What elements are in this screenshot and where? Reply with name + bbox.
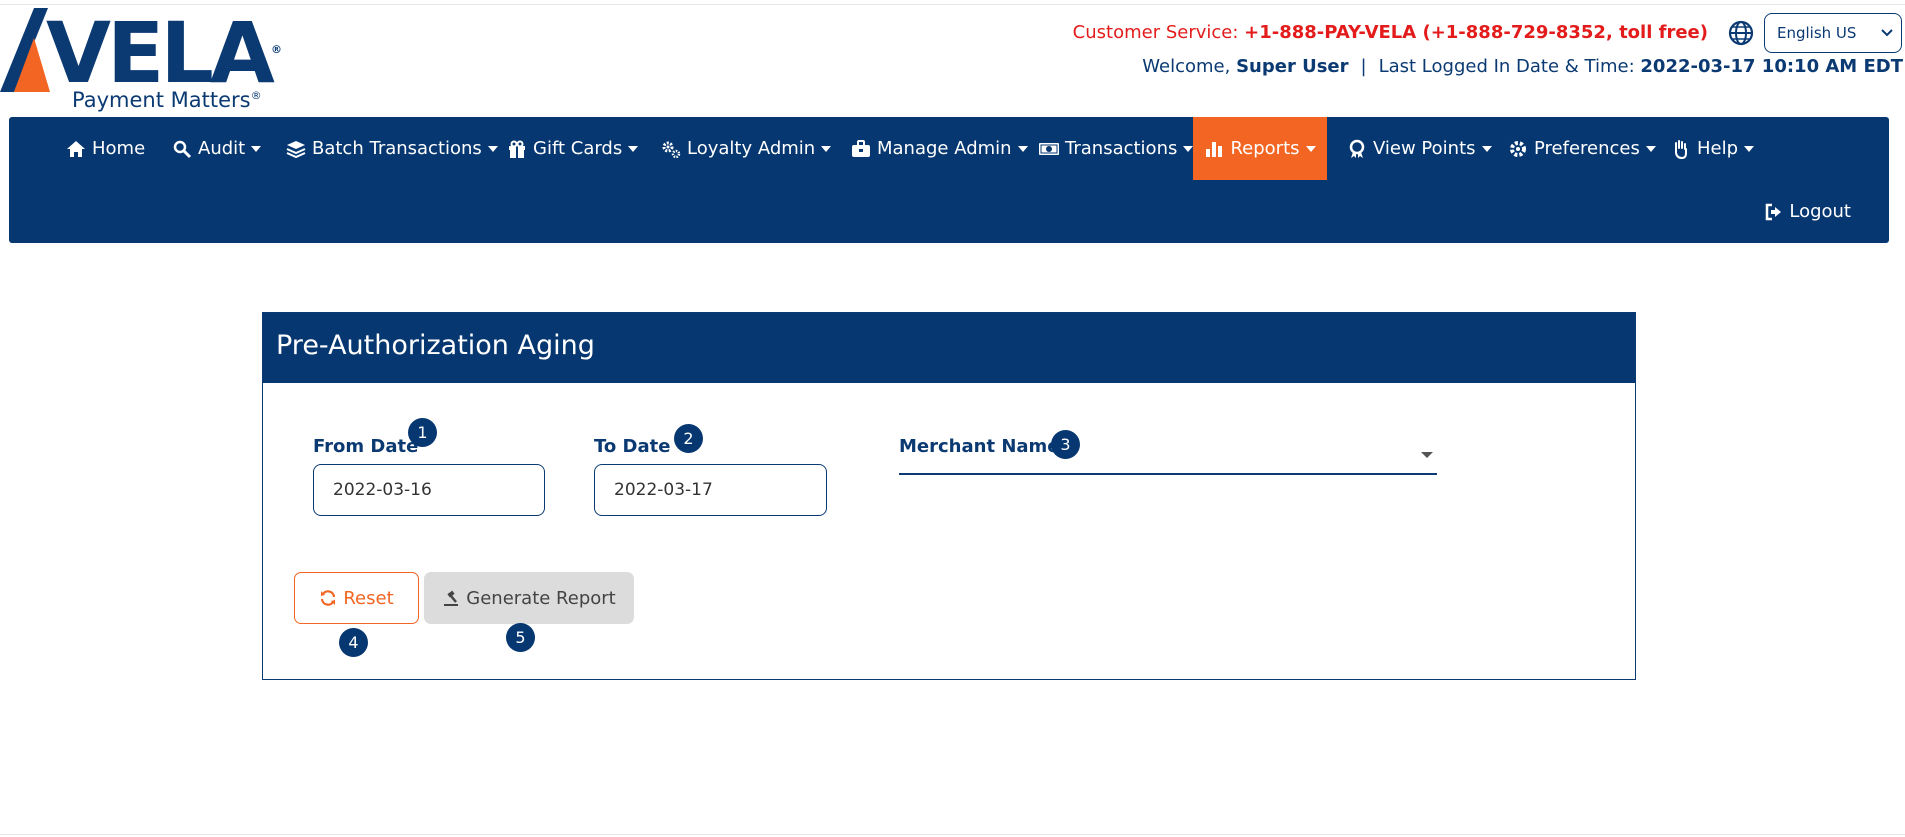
logo-text: VELA® [46,4,282,102]
logout-button[interactable]: Logout [1764,180,1851,243]
nav-item-transactions[interactable]: Transactions [1039,117,1194,180]
cogs-icon [662,141,681,158]
nav-item-home[interactable]: Home [66,117,145,180]
from-date-label: From Date [313,436,419,457]
nav-item-batch-transactions[interactable]: Batch Transactions [286,117,498,180]
logo-tagline: Payment Matters® [72,88,262,112]
nav-item-audit[interactable]: Audit [172,117,262,180]
refresh-icon [321,590,336,606]
chevron-down-icon [1881,29,1893,37]
main-navbar: Home Audit Batch Transactions Gift Cards… [9,117,1889,243]
vela-logo[interactable]: VELA® Payment Matters® [0,8,310,114]
home-icon [67,140,85,157]
bar-chart-icon [1206,141,1223,157]
step-badge-1: 1 [408,418,437,447]
to-date-label: To Date [594,436,671,457]
gavel-icon [444,590,459,606]
reset-button[interactable]: Reset [294,572,419,624]
dropdown-arrow-icon [1421,452,1433,458]
nav-item-manage-admin[interactable]: Manage Admin [851,117,1028,180]
page-title: Pre-Authorization Aging [276,330,595,361]
language-select[interactable]: English US [1764,13,1902,53]
merchant-name-select[interactable] [899,443,1437,475]
hand-icon [1675,139,1687,159]
welcome-text: Welcome, Super User | Last Logged In Date … [1142,56,1903,77]
customer-service-text: Customer Service: +1-888-PAY-VELA (+1-88… [1072,22,1708,43]
step-badge-4: 4 [339,628,368,657]
briefcase-icon [852,139,870,157]
to-date-input[interactable]: 2022-03-17 [594,464,827,516]
gear-icon [1510,140,1526,157]
sign-out-icon [1766,203,1782,220]
step-badge-5: 5 [506,623,535,652]
gift-icon [509,140,525,158]
nav-item-reports[interactable]: Reports [1193,117,1327,180]
nav-item-view-points[interactable]: View Points [1347,117,1492,180]
language-select-value: English US [1777,24,1857,42]
from-date-input[interactable]: 2022-03-16 [313,464,545,516]
bottom-divider [0,834,1905,835]
layers-icon [286,140,306,158]
nav-item-help[interactable]: Help [1671,117,1755,180]
step-badge-2: 2 [674,424,703,453]
top-divider [0,4,1905,5]
award-icon [1349,139,1365,158]
globe-icon[interactable] [1728,20,1754,46]
nav-item-preferences[interactable]: Preferences [1508,117,1656,180]
nav-item-gift-cards[interactable]: Gift Cards [507,117,639,180]
panel-header: Pre-Authorization Aging [263,313,1635,383]
report-panel: Pre-Authorization Aging From Date 1 2022… [262,312,1636,680]
search-icon [173,140,192,158]
nav-item-loyalty-admin[interactable]: Loyalty Admin [661,117,832,180]
generate-report-button[interactable]: Generate Report [424,572,634,624]
money-icon [1039,142,1059,155]
